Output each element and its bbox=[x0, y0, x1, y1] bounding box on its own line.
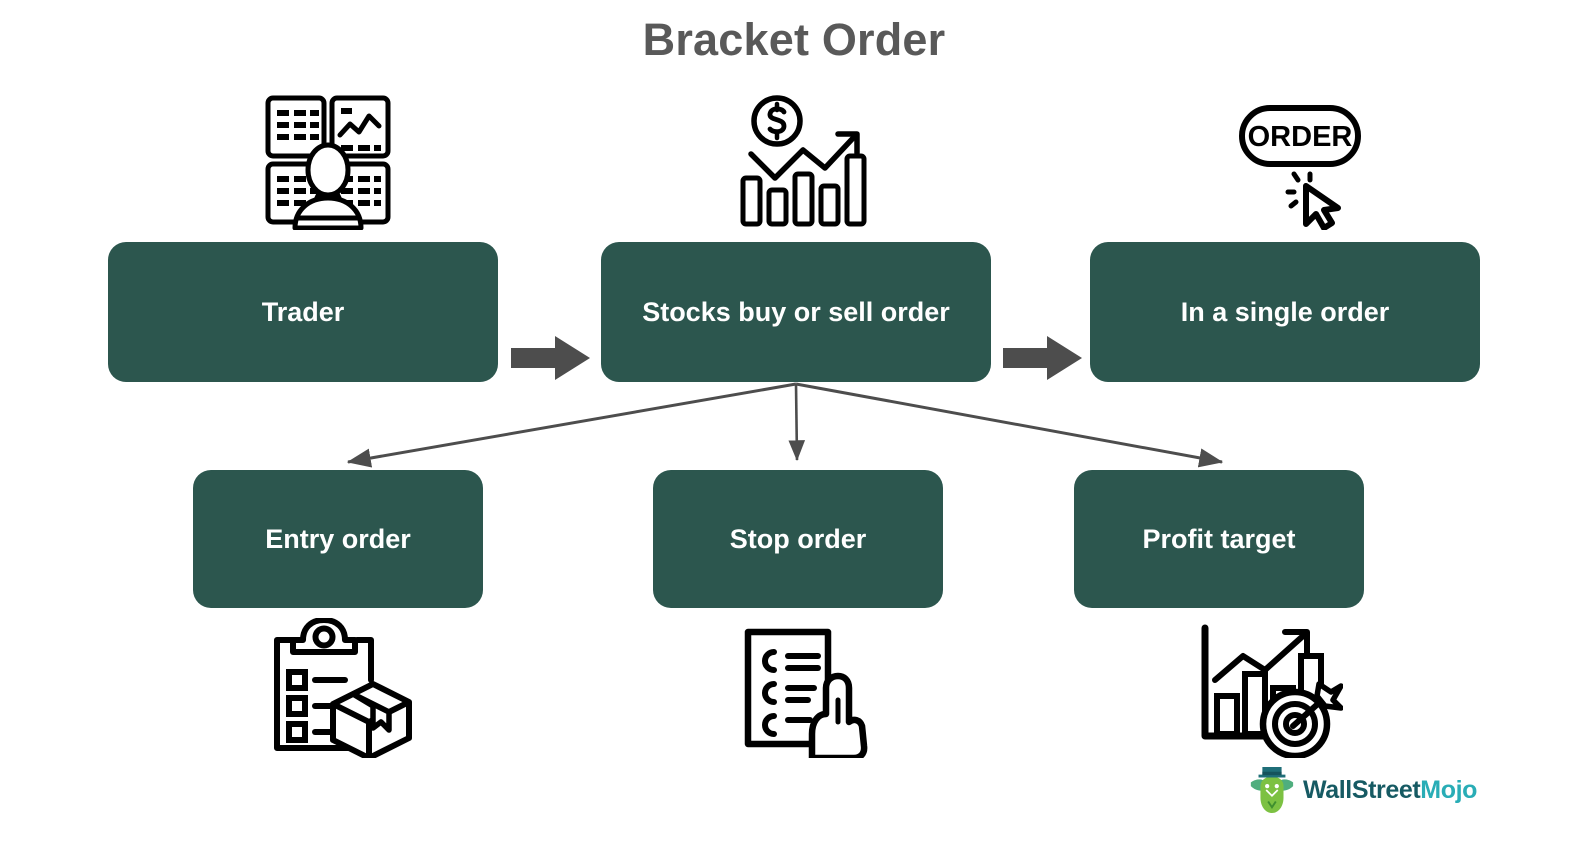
node-stocks-buy-or-sell-order[interactable]: Stocks buy or sell order bbox=[601, 242, 991, 382]
node-single-label: In a single order bbox=[1180, 296, 1390, 327]
page-title: Bracket Order bbox=[642, 14, 946, 65]
block-arrow-stocks-to-single bbox=[1003, 336, 1082, 380]
node-stocks-label: Stocks buy or sell order bbox=[642, 296, 950, 327]
stock-growth-chart-icon bbox=[715, 92, 895, 230]
node-entry-label: Entry order bbox=[265, 523, 411, 554]
bull-with-top-hat-icon bbox=[1250, 766, 1294, 814]
block-arrow-trader-to-stocks bbox=[511, 336, 590, 380]
connector-stocks-to-stop bbox=[788, 383, 806, 462]
trader-screens-icon bbox=[238, 88, 418, 230]
node-trader[interactable]: Trader bbox=[108, 242, 498, 382]
node-trader-label: Trader bbox=[261, 296, 345, 327]
node-stop-label: Stop order bbox=[729, 523, 867, 554]
diagram-canvas: Bracket Order ORDER Trader Stocks buy or… bbox=[0, 0, 1588, 845]
connector-stocks-to-entry bbox=[346, 382, 797, 468]
logo-name-accent: Mojo bbox=[1420, 775, 1477, 804]
wallstreetmojo-logo[interactable]: WallStreetMojo bbox=[1247, 762, 1477, 818]
node-profit-target[interactable]: Profit target bbox=[1074, 470, 1364, 608]
logo-name-primary: WallStreet bbox=[1302, 775, 1421, 804]
checklist-hand-tap-icon bbox=[708, 618, 888, 758]
clipboard-package-icon bbox=[248, 618, 428, 758]
order-button-click-icon: ORDER bbox=[1205, 100, 1395, 230]
logo-wordmark: WallStreetMojo bbox=[1303, 776, 1477, 805]
node-entry-order[interactable]: Entry order bbox=[193, 470, 483, 608]
node-profit-label: Profit target bbox=[1142, 523, 1296, 554]
order-icon-label: ORDER bbox=[1248, 121, 1353, 153]
node-in-a-single-order[interactable]: In a single order bbox=[1090, 242, 1480, 382]
bar-chart-target-icon bbox=[1175, 618, 1360, 758]
node-stop-order[interactable]: Stop order bbox=[653, 470, 943, 608]
connector-stocks-to-profit bbox=[795, 382, 1224, 468]
